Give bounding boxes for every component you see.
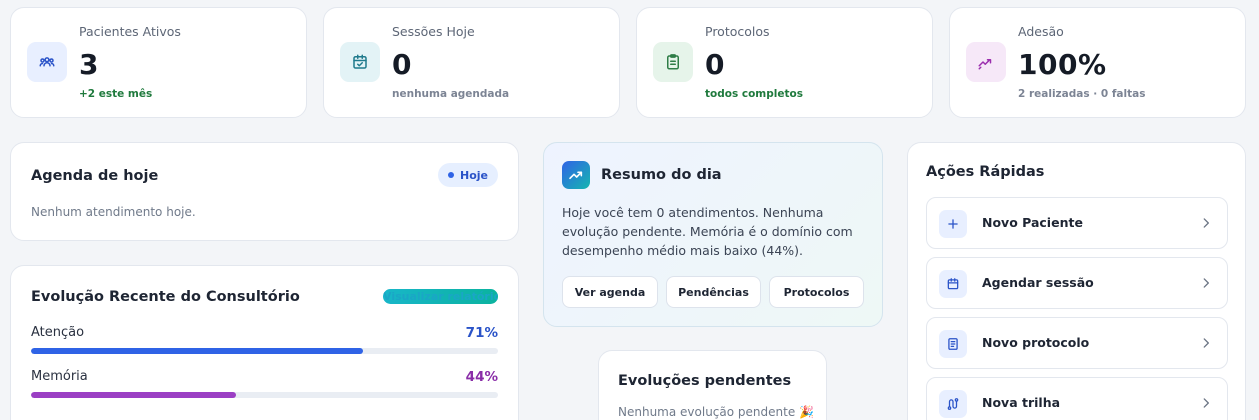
document-icon <box>939 330 967 358</box>
progress-fill-attention <box>31 348 363 354</box>
metric-label-memory: Memória <box>31 369 88 384</box>
metric-percent-memory: 44% <box>465 369 498 385</box>
stat-subtext: todos completos <box>705 88 803 100</box>
stat-subtext: nenhuma agendada <box>392 88 510 100</box>
view-agenda-button[interactable]: Ver agenda <box>562 276 658 308</box>
new-patient-action[interactable]: Novo Paciente <box>926 197 1228 249</box>
new-track-action[interactable]: Nova trilha <box>926 377 1228 420</box>
action-label: Agendar sessão <box>982 275 1094 290</box>
agenda-card: Agenda de hoje Hoje Nenhum atendimento h… <box>10 142 519 241</box>
today-badge-label: Hoje <box>460 168 488 182</box>
pending-button[interactable]: Pendências <box>666 276 761 308</box>
metric-percent-attention: 71% <box>465 325 498 341</box>
pending-title: Evoluções pendentes <box>618 373 792 389</box>
evolution-title: Evolução Recente do Consultório <box>31 289 300 305</box>
plus-icon <box>939 210 967 238</box>
stat-label: Pacientes Ativos <box>79 24 181 39</box>
stat-card-active-patients: Pacientes Ativos 3 +2 este mês <box>10 7 307 118</box>
sparkline-icon <box>562 161 590 189</box>
chevron-right-icon <box>1203 278 1209 288</box>
chevron-right-icon <box>1203 218 1209 228</box>
new-protocol-action[interactable]: Novo protocolo <box>926 317 1228 369</box>
action-label: Novo Paciente <box>982 215 1083 230</box>
stat-value: 0 <box>705 48 725 81</box>
summary-title: Resumo do dia <box>601 167 722 183</box>
protocols-button[interactable]: Protocolos <box>769 276 864 308</box>
progress-track-attention <box>31 348 498 354</box>
schedule-session-action[interactable]: Agendar sessão <box>926 257 1228 309</box>
summary-text: Hoje você tem 0 atendimentos. Nenhuma ev… <box>562 205 853 258</box>
today-badge[interactable]: Hoje <box>438 163 498 187</box>
stat-subtext: 2 realizadas · 0 faltas <box>1018 88 1146 100</box>
action-label: Nova trilha <box>982 395 1061 410</box>
dot-icon <box>448 172 454 178</box>
progress-track-memory <box>31 392 498 398</box>
stat-value: 3 <box>79 48 99 81</box>
agenda-empty-message: Nenhum atendimento hoje. <box>31 205 196 219</box>
quick-actions-card: Ações Rápidas Novo Paciente Agendar sess… <box>907 142 1246 420</box>
users-icon <box>27 42 67 82</box>
calendar-icon <box>939 270 967 298</box>
stat-label: Adesão <box>1018 24 1064 39</box>
calendar-check-icon <box>340 42 380 82</box>
stat-value: 0 <box>392 48 412 81</box>
progress-fill-memory <box>31 392 237 398</box>
stat-label: Protocolos <box>705 24 770 39</box>
stat-card-protocols: Protocolos 0 todos completos <box>636 7 933 118</box>
route-icon <box>939 390 967 418</box>
chevron-right-icon <box>1203 338 1209 348</box>
day-summary-card: Resumo do dia Hoje você tem 0 atendiment… <box>543 142 883 327</box>
stat-subtext: +2 este mês <box>79 88 153 100</box>
view-report-button[interactable]: Visualizar relatório <box>383 289 498 304</box>
evolution-card: Evolução Recente do Consultório Visualiz… <box>10 265 519 420</box>
stat-label: Sessões Hoje <box>392 24 475 39</box>
pending-evolutions-card: Evoluções pendentes Nenhuma evolução pen… <box>598 350 827 420</box>
agenda-title: Agenda de hoje <box>31 168 159 184</box>
chevron-right-icon <box>1203 398 1209 408</box>
metric-label-attention: Atenção <box>31 325 85 340</box>
clipboard-icon <box>653 42 693 82</box>
stat-card-adherence: Adesão 100% 2 realizadas · 0 faltas <box>949 7 1246 118</box>
quick-actions-title: Ações Rápidas <box>926 164 1045 180</box>
trend-up-icon <box>966 42 1006 82</box>
action-label: Novo protocolo <box>982 335 1090 350</box>
stat-value: 100% <box>1018 48 1107 81</box>
pending-empty-message: Nenhuma evolução pendente 🎉 <box>618 405 814 419</box>
stat-card-sessions-today: Sessões Hoje 0 nenhuma agendada <box>323 7 620 118</box>
